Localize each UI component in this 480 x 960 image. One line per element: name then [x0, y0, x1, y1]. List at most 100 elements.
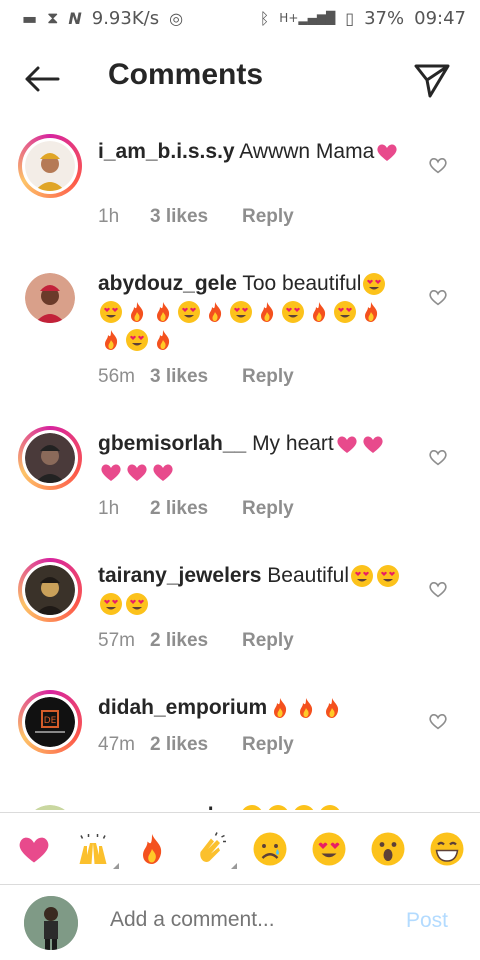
reply-button[interactable]: Reply — [242, 734, 294, 756]
comment-meta: 57m 2 likes Reply — [98, 630, 294, 652]
reply-button[interactable]: Reply — [242, 498, 294, 520]
pink-heart-icon[interactable] — [14, 829, 54, 869]
reply-button[interactable]: Reply — [242, 630, 294, 652]
comment-body: My heart — [246, 432, 334, 455]
fire-icon — [99, 328, 123, 352]
pink-heart-icon — [361, 432, 385, 456]
comment-likes[interactable]: 2 likes — [150, 734, 242, 756]
signal-icon: H+▂▄▆█ — [279, 11, 336, 25]
comment-likes[interactable]: 3 likes — [150, 366, 242, 388]
raised-hands-icon[interactable] — [73, 829, 119, 869]
comment-likes[interactable]: 3 likes — [150, 206, 242, 228]
status-left: ▬ ⧗ N 9.93K/s ◎ — [22, 8, 183, 29]
like-heart-icon[interactable] — [428, 156, 448, 174]
paper-plane-icon[interactable] — [412, 60, 452, 100]
my-avatar[interactable] — [24, 896, 78, 950]
comment-likes[interactable]: 2 likes — [150, 630, 242, 652]
comment-time: 47m — [98, 734, 135, 755]
comment-body: Awwwn Mama — [234, 140, 375, 163]
like-heart-icon[interactable] — [428, 288, 448, 306]
comment-avatar[interactable] — [18, 558, 82, 622]
comment-avatar[interactable]: DE — [18, 690, 82, 754]
network-type: H+ — [279, 11, 299, 25]
header: Comments — [0, 44, 480, 116]
comment-meta: 56m 3 likes Reply — [98, 366, 294, 388]
heart-eyes-icon — [376, 564, 400, 588]
pink-heart-icon — [375, 140, 399, 164]
comment-meta: 47m 2 likes Reply — [98, 734, 294, 756]
network-speed: 9.93K/s — [91, 7, 160, 29]
fire-icon — [151, 328, 175, 352]
comment-username[interactable]: didah_emporium — [98, 696, 267, 719]
quick-reactions-bar — [0, 812, 480, 884]
sad-face-icon[interactable] — [250, 829, 290, 869]
heart-eyes-icon — [281, 300, 305, 324]
svg-text:DE: DE — [44, 716, 57, 726]
comment-meta: 1h 2 likes Reply — [98, 498, 294, 520]
like-heart-icon[interactable] — [428, 712, 448, 730]
comment-text: gbemisorlah__ My heart — [98, 430, 408, 486]
comment-text: abydouz_gele Too beautiful — [98, 270, 408, 354]
comments-list[interactable]: i_am_b.i.s.s.y Awwwn Mama 1h 3 likes Reply a… — [0, 130, 480, 810]
pink-heart-icon — [125, 460, 149, 484]
n-logo-icon: N — [68, 8, 82, 28]
battery-level: 37% — [364, 7, 405, 29]
comment-username[interactable]: i_am_b.i.s.s.y — [98, 140, 235, 163]
fire-icon — [203, 300, 227, 324]
fire-icon — [320, 696, 344, 720]
grinning-face-icon[interactable] — [427, 829, 467, 869]
fire-icon — [268, 696, 292, 720]
heart-eyes-icon — [318, 804, 342, 810]
heart-eyes-icon — [292, 804, 316, 810]
like-heart-icon[interactable] — [428, 448, 448, 466]
fire-icon — [359, 300, 383, 324]
arrow-left-icon[interactable] — [22, 64, 62, 94]
comment-time: 57m — [98, 630, 135, 651]
pink-heart-icon — [99, 460, 123, 484]
comment-time: 56m — [98, 366, 135, 387]
heart-eyes-icon — [125, 328, 149, 352]
skin-tone-indicator — [112, 862, 119, 869]
comment-avatar[interactable] — [18, 134, 82, 198]
comment-meta: 1h 3 likes Reply — [98, 206, 294, 228]
bluetooth-icon: ᛒ — [259, 8, 270, 28]
fire-icon — [307, 300, 331, 324]
heart-eyes-icon — [333, 300, 357, 324]
reply-button[interactable]: Reply — [242, 206, 294, 228]
comment-time: 1h — [98, 498, 120, 519]
pink-heart-icon — [151, 460, 175, 484]
heart-eyes-icon[interactable] — [309, 829, 349, 869]
fire-icon — [255, 300, 279, 324]
heart-eyes-icon — [266, 804, 290, 810]
clapping-hands-icon[interactable] — [191, 829, 237, 869]
comment-username[interactable]: awagu_parker — [98, 804, 239, 810]
heart-eyes-icon — [240, 804, 264, 810]
comment-username[interactable]: abydouz_gele — [98, 272, 237, 295]
page-title: Comments — [108, 58, 264, 91]
comment-username[interactable]: gbemisorlah__ — [98, 432, 246, 455]
comment-body: Too beautiful — [236, 272, 362, 295]
comment-time: 1h — [98, 206, 120, 227]
comment-input[interactable] — [108, 907, 392, 933]
reply-button[interactable]: Reply — [242, 366, 294, 388]
fire-icon — [125, 300, 149, 324]
surprised-face-icon[interactable] — [368, 829, 408, 869]
heart-eyes-icon — [125, 592, 149, 616]
comment-likes[interactable]: 2 likes — [150, 498, 242, 520]
like-heart-icon[interactable] — [428, 580, 448, 598]
comment-avatar[interactable] — [18, 798, 82, 810]
heart-eyes-icon — [362, 272, 386, 296]
comment-username[interactable]: tairany_jewelers — [98, 564, 261, 587]
heart-eyes-icon — [177, 300, 201, 324]
comment-text: i_am_b.i.s.s.y Awwwn Mama — [98, 138, 408, 166]
heart-eyes-icon — [99, 300, 123, 324]
comment-body: Beautiful — [261, 564, 349, 587]
fire-icon[interactable] — [132, 829, 172, 869]
comment-avatar[interactable] — [18, 266, 82, 330]
comment-avatar[interactable] — [18, 426, 82, 490]
heart-eyes-icon — [99, 592, 123, 616]
comment-text: didah_emporium — [98, 694, 408, 722]
comment-composer: Post — [0, 884, 480, 960]
message-icon: ▬ — [22, 8, 38, 28]
post-button[interactable]: Post — [406, 909, 448, 933]
